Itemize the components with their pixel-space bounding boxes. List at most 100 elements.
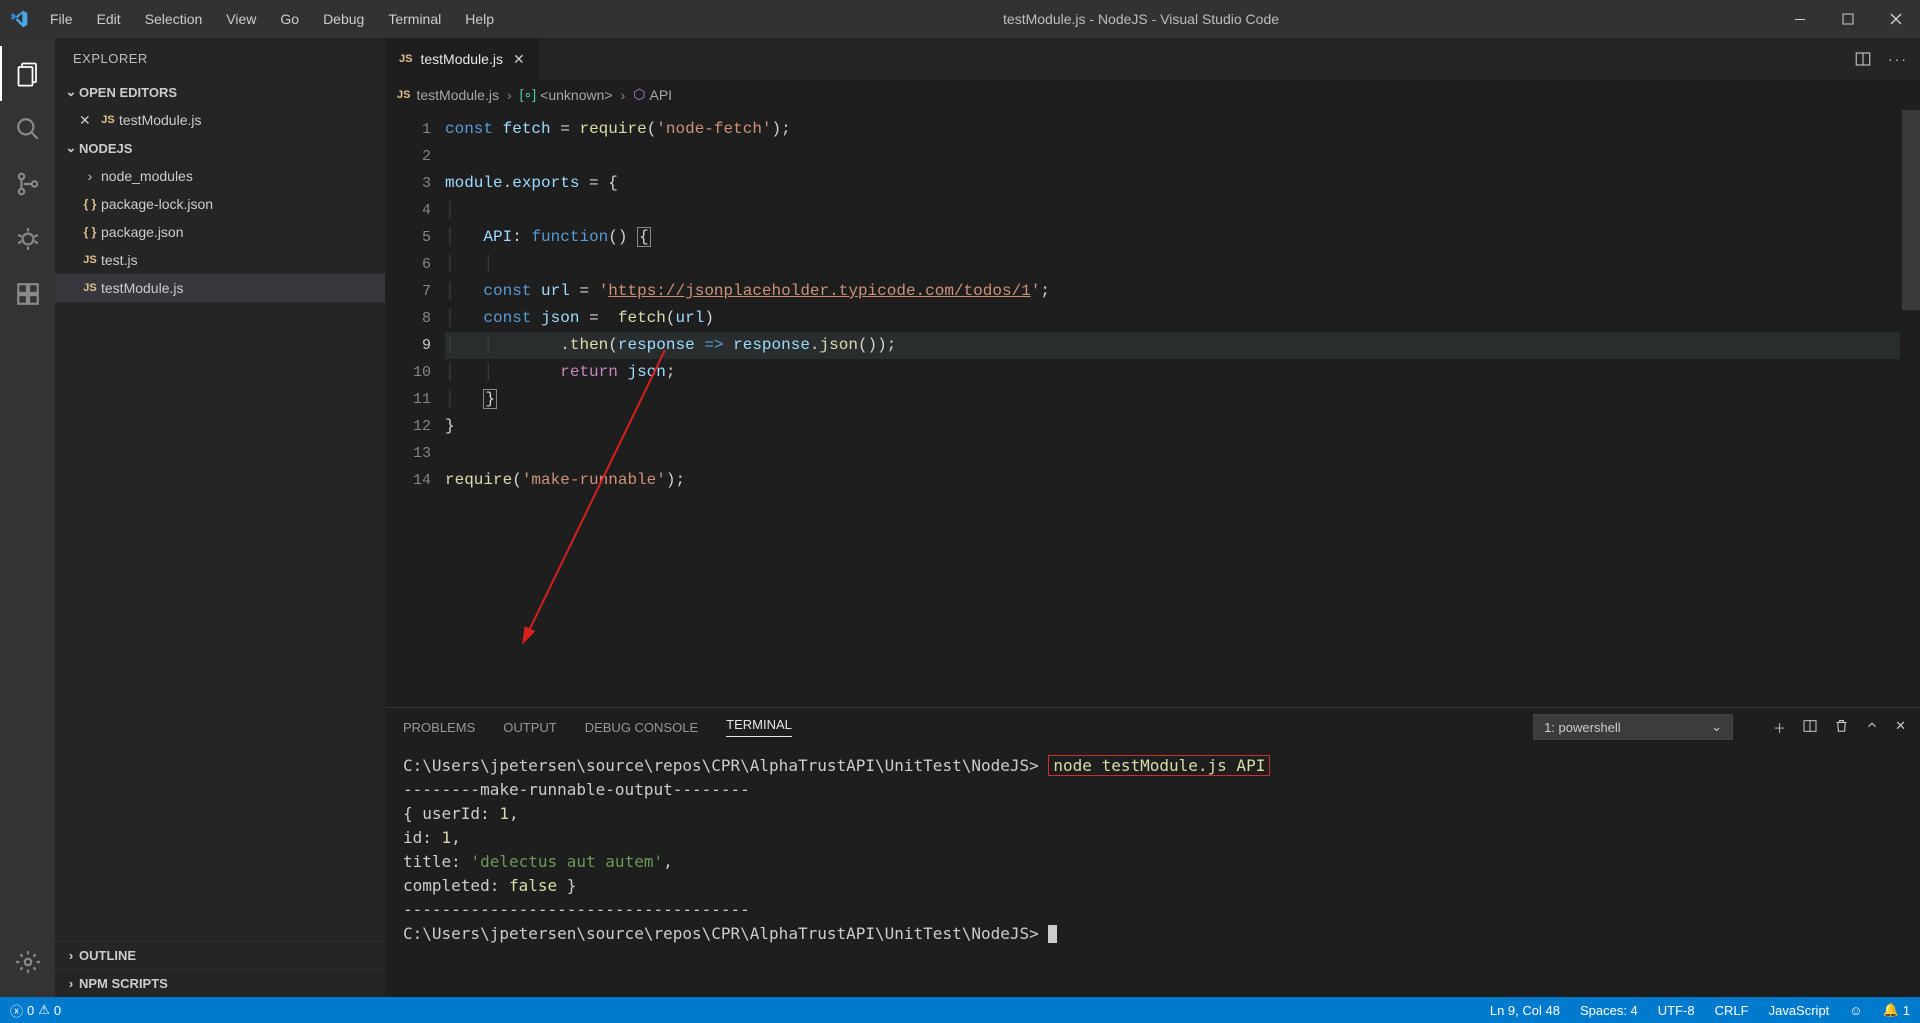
menu-view[interactable]: View bbox=[214, 0, 268, 38]
file-testmodule-js[interactable]: JS testModule.js bbox=[55, 274, 385, 302]
project-label: NODEJS bbox=[79, 141, 132, 156]
js-file-icon: JS bbox=[79, 282, 101, 294]
status-bar: ⓧ0 ⚠0 Ln 9, Col 48 Spaces: 4 UTF-8 CRLF … bbox=[0, 997, 1920, 1023]
status-feedback-icon[interactable]: ☺ bbox=[1839, 997, 1872, 1023]
npm-scripts-section[interactable]: › NPM SCRIPTS bbox=[55, 969, 385, 997]
namespace-icon: [∘] bbox=[520, 86, 537, 103]
close-icon[interactable]: ✕ bbox=[79, 112, 97, 129]
js-file-icon: JS bbox=[97, 114, 119, 126]
terminal-output[interactable]: C:\Users\jpetersen\source\repos\CPR\Alph… bbox=[385, 746, 1920, 997]
terminal-selector[interactable]: 1: powershell ⌄ bbox=[1533, 714, 1733, 740]
menu-terminal[interactable]: Terminal bbox=[376, 0, 453, 38]
terminal-line: ------------------------------------ bbox=[403, 898, 1902, 922]
explorer-title: EXPLORER bbox=[55, 38, 385, 78]
chevron-right-icon: › bbox=[621, 87, 626, 103]
warning-icon: ⚠ bbox=[38, 1002, 50, 1018]
chevron-down-icon: ⌄ bbox=[1711, 719, 1722, 735]
code-content[interactable]: const fetch = require('node-fetch'); mod… bbox=[445, 110, 1920, 707]
open-editors-section[interactable]: ⌄ OPEN EDITORS bbox=[55, 78, 385, 106]
file-label: package-lock.json bbox=[101, 196, 213, 212]
outline-section[interactable]: › OUTLINE bbox=[55, 941, 385, 969]
menu-go[interactable]: Go bbox=[268, 0, 311, 38]
error-icon: ⓧ bbox=[10, 1001, 23, 1020]
terminal-prompt: C:\Users\jpetersen\source\repos\CPR\Alph… bbox=[403, 756, 1039, 775]
terminal-line: id: 1, bbox=[403, 826, 1902, 850]
kill-terminal-icon[interactable] bbox=[1834, 718, 1849, 737]
panel: PROBLEMS OUTPUT DEBUG CONSOLE TERMINAL 1… bbox=[385, 707, 1920, 997]
status-line-col[interactable]: Ln 9, Col 48 bbox=[1480, 997, 1570, 1023]
activity-debug-icon[interactable] bbox=[0, 211, 55, 266]
menu-help[interactable]: Help bbox=[453, 0, 506, 38]
status-errors[interactable]: ⓧ0 ⚠0 bbox=[0, 997, 71, 1023]
split-editor-icon[interactable] bbox=[1854, 50, 1872, 68]
editor-area: JS testModule.js ✕ ··· JS testModule.js … bbox=[385, 38, 1920, 997]
breadcrumbs[interactable]: JS testModule.js › [∘] <unknown> › ⬡ API bbox=[385, 80, 1920, 110]
panel-tab-bar: PROBLEMS OUTPUT DEBUG CONSOLE TERMINAL 1… bbox=[385, 708, 1920, 746]
file-label: package.json bbox=[101, 224, 184, 240]
method-icon: ⬡ bbox=[633, 86, 645, 103]
status-notifications[interactable]: 🔔1 bbox=[1873, 997, 1920, 1023]
project-section[interactable]: ⌄ NODEJS bbox=[55, 134, 385, 162]
terminal-line: completed: false } bbox=[403, 874, 1902, 898]
explorer-sidebar: EXPLORER ⌄ OPEN EDITORS ✕ JS testModule.… bbox=[55, 38, 385, 997]
panel-tab-terminal[interactable]: TERMINAL bbox=[726, 717, 792, 737]
panel-tab-output[interactable]: OUTPUT bbox=[503, 720, 556, 735]
file-label: node_modules bbox=[101, 168, 193, 184]
activity-explorer-icon[interactable] bbox=[0, 46, 55, 101]
breadcrumb-file[interactable]: testModule.js bbox=[416, 87, 498, 103]
menu-debug[interactable]: Debug bbox=[311, 0, 376, 38]
status-language[interactable]: JavaScript bbox=[1759, 997, 1840, 1023]
terminal-cursor bbox=[1048, 925, 1057, 943]
activity-extensions-icon[interactable] bbox=[0, 266, 55, 321]
json-file-icon: { } bbox=[79, 225, 101, 239]
activity-source-control-icon[interactable] bbox=[0, 156, 55, 211]
maximize-panel-icon[interactable] bbox=[1865, 718, 1879, 737]
js-file-icon: JS bbox=[79, 254, 101, 266]
title-bar: File Edit Selection View Go Debug Termin… bbox=[0, 0, 1920, 38]
window-close-button[interactable] bbox=[1872, 0, 1920, 38]
outline-label: OUTLINE bbox=[79, 948, 136, 963]
folder-node-modules[interactable]: › node_modules bbox=[55, 162, 385, 190]
js-file-icon: JS bbox=[397, 89, 410, 101]
terminal-line: { userId: 1, bbox=[403, 802, 1902, 826]
new-terminal-icon[interactable]: ＋ bbox=[1773, 718, 1786, 737]
editor-tab-testmodule[interactable]: JS testModule.js ✕ bbox=[385, 38, 540, 80]
split-terminal-icon[interactable] bbox=[1802, 718, 1818, 737]
minimap-scrollbar[interactable] bbox=[1902, 110, 1920, 707]
menu-edit[interactable]: Edit bbox=[85, 0, 133, 38]
terminal-line: C:\Users\jpetersen\source\repos\CPR\Alph… bbox=[403, 922, 1902, 946]
minimize-button[interactable] bbox=[1776, 0, 1824, 38]
activity-bar bbox=[0, 38, 55, 997]
status-indent[interactable]: Spaces: 4 bbox=[1570, 997, 1648, 1023]
close-icon[interactable]: ✕ bbox=[513, 51, 525, 68]
activity-settings-gear-icon[interactable] bbox=[0, 934, 55, 989]
line-gutter: 1234567891011121314 bbox=[385, 110, 445, 707]
menu-file[interactable]: File bbox=[38, 0, 85, 38]
status-eol[interactable]: CRLF bbox=[1705, 997, 1759, 1023]
close-panel-icon[interactable]: ✕ bbox=[1895, 718, 1906, 737]
panel-tab-problems[interactable]: PROBLEMS bbox=[403, 720, 475, 735]
npm-scripts-label: NPM SCRIPTS bbox=[79, 976, 168, 991]
menu-selection[interactable]: Selection bbox=[133, 0, 215, 38]
panel-tab-debug-console[interactable]: DEBUG CONSOLE bbox=[585, 720, 698, 735]
code-editor[interactable]: 1234567891011121314 const fetch = requir… bbox=[385, 110, 1920, 707]
chevron-right-icon: › bbox=[507, 87, 512, 103]
menu-bar: File Edit Selection View Go Debug Termin… bbox=[38, 0, 506, 38]
file-test-js[interactable]: JS test.js bbox=[55, 246, 385, 274]
terminal-line: --------make-runnable-output-------- bbox=[403, 778, 1902, 802]
chevron-right-icon: › bbox=[63, 948, 79, 963]
file-package-json[interactable]: { } package.json bbox=[55, 218, 385, 246]
file-package-lock-json[interactable]: { } package-lock.json bbox=[55, 190, 385, 218]
breadcrumb-symbol[interactable]: <unknown> bbox=[540, 87, 612, 103]
open-editor-item[interactable]: ✕ JS testModule.js bbox=[55, 106, 385, 134]
open-editor-label: testModule.js bbox=[119, 112, 201, 128]
window-controls bbox=[1776, 0, 1920, 38]
activity-search-icon[interactable] bbox=[0, 101, 55, 156]
tab-label: testModule.js bbox=[420, 51, 502, 67]
maximize-button[interactable] bbox=[1824, 0, 1872, 38]
more-actions-icon[interactable]: ··· bbox=[1888, 51, 1908, 67]
chevron-down-icon: ⌄ bbox=[63, 140, 79, 156]
status-encoding[interactable]: UTF-8 bbox=[1648, 997, 1705, 1023]
json-file-icon: { } bbox=[79, 197, 101, 211]
breadcrumb-symbol[interactable]: API bbox=[649, 87, 672, 103]
